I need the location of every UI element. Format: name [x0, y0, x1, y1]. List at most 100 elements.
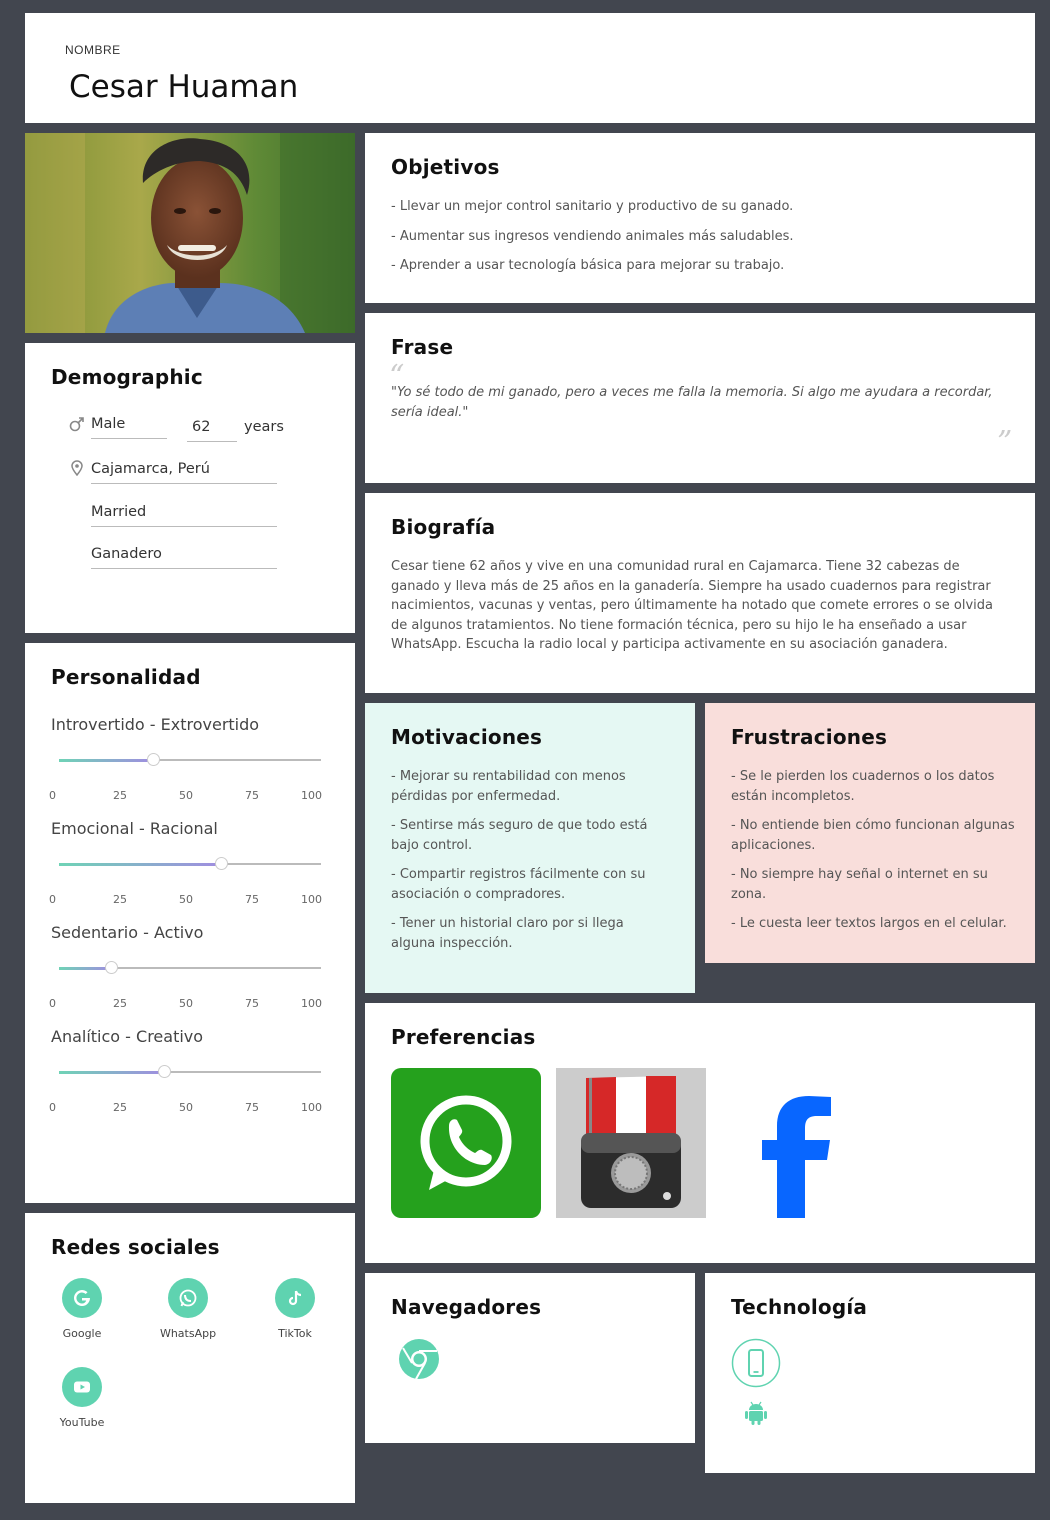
trait-label: Analítico - Creativo	[51, 1027, 204, 1046]
tick-label: 25	[113, 1101, 127, 1114]
tiktok-icon	[275, 1278, 315, 1318]
tick-label: 75	[245, 893, 259, 906]
objective-item: - Aumentar sus ingresos vendiendo animal…	[391, 228, 794, 244]
gender-field[interactable]: Male	[91, 416, 167, 439]
slider-track[interactable]	[59, 857, 321, 870]
tick-label: 50	[179, 1101, 193, 1114]
objective-item: - Llevar un mejor control sanitario y pr…	[391, 199, 794, 214]
social-label-tiktok: TikTok	[278, 1327, 312, 1340]
smartphone-icon[interactable]	[731, 1338, 781, 1393]
slider-track[interactable]	[59, 1065, 321, 1078]
location-field[interactable]: Cajamarca, Perú	[91, 461, 277, 484]
slider-ticks: 0 25 50 75 100	[49, 893, 341, 907]
slider-fill	[59, 966, 112, 970]
frustration-item: - No siempre hay señal o internet en su …	[731, 867, 988, 902]
tick-label: 0	[49, 1101, 56, 1114]
personality-title: Personalidad	[51, 665, 201, 689]
google-icon	[62, 1278, 102, 1318]
trait-label: Emocional - Racional	[51, 819, 218, 838]
slider-fill	[59, 758, 154, 762]
biography-text: Cesar tiene 62 años y vive en una comuni…	[391, 559, 994, 652]
objectives-title: Objetivos	[391, 155, 500, 179]
browsers-title: Navegadores	[391, 1295, 542, 1319]
location-pin-icon	[71, 460, 83, 481]
trait-slider[interactable]: Emocional - Racional 0 25 50 75 100	[49, 819, 341, 906]
slider-track[interactable]	[59, 753, 321, 766]
facebook-app-icon[interactable]	[745, 1088, 835, 1218]
social-label-google: Google	[62, 1327, 102, 1340]
slider-fill	[59, 862, 222, 866]
social-google[interactable]: Google	[42, 1278, 122, 1340]
persona-photo	[25, 133, 355, 333]
frustration-item: - No entiende bien cómo funcionan alguna…	[731, 818, 1015, 853]
age-unit: years	[244, 419, 284, 435]
technology-title: Technología	[731, 1295, 868, 1319]
technology-card: Technología	[705, 1273, 1035, 1473]
android-icon[interactable]	[743, 1399, 769, 1430]
quote-card: Frase “ "Yo sé todo de mi ganado, pero a…	[365, 313, 1035, 483]
demographic-card: Demographic Male 62 years Cajamarca, Per…	[25, 343, 355, 633]
frustration-item: - Le cuesta leer textos largos en el cel…	[731, 916, 1007, 931]
trait-slider[interactable]: Analítico - Creativo 0 25 50 75 100	[49, 1027, 341, 1114]
slider-track[interactable]	[59, 961, 321, 974]
personality-card: Personalidad Introvertido - Extrovertido…	[25, 643, 355, 1203]
tick-label: 100	[301, 893, 322, 906]
biography-title: Biografía	[391, 515, 496, 539]
social-label-youtube: YouTube	[59, 1416, 105, 1429]
social-label-whatsapp: WhatsApp	[159, 1327, 217, 1340]
tick-label: 0	[49, 893, 56, 906]
whatsapp-app-icon[interactable]	[391, 1068, 541, 1218]
tick-label: 25	[113, 789, 127, 802]
slider-handle[interactable]	[157, 1065, 171, 1078]
tick-label: 100	[301, 789, 322, 802]
frustrations-card: Frustraciones - Se le pierden los cuader…	[705, 703, 1035, 963]
tick-label: 50	[179, 893, 193, 906]
preferences-title: Preferencias	[391, 1025, 536, 1049]
slider-handle[interactable]	[105, 961, 119, 974]
slider-handle[interactable]	[215, 857, 229, 870]
chrome-icon[interactable]	[398, 1338, 440, 1385]
persona-name: Cesar Huaman	[69, 69, 299, 105]
trait-label: Introvertido - Extrovertido	[51, 715, 260, 734]
motivation-item: - Mejorar su rentabilidad con menos pérd…	[391, 769, 626, 804]
tick-label: 25	[113, 893, 127, 906]
social-title: Redes sociales	[51, 1235, 220, 1259]
quote-title: Frase	[391, 335, 454, 359]
motivation-item: - Compartir registros fácilmente con su …	[391, 867, 646, 902]
tick-label: 75	[245, 997, 259, 1010]
name-label: NOMBRE	[65, 43, 121, 57]
trait-slider[interactable]: Sedentario - Activo 0 25 50 75 100	[49, 923, 341, 1010]
age-field[interactable]: 62	[187, 419, 237, 442]
close-quote-icon: ”	[997, 425, 1013, 460]
slider-ticks: 0 25 50 75 100	[49, 789, 341, 803]
frustrations-title: Frustraciones	[731, 725, 888, 749]
preferences-card: Preferencias	[365, 1003, 1035, 1263]
tick-label: 75	[245, 1101, 259, 1114]
motivation-item: - Sentirse más seguro de que todo está b…	[391, 818, 648, 853]
motivations-card: Motivaciones - Mejorar su rentabilidad c…	[365, 703, 695, 993]
social-whatsapp[interactable]: WhatsApp	[148, 1278, 228, 1340]
trait-slider[interactable]: Introvertido - Extrovertido 0 25 50 75 100	[49, 715, 341, 802]
slider-fill	[59, 1070, 164, 1074]
trait-label: Sedentario - Activo	[51, 923, 204, 942]
motivation-item: - Tener un historial claro por si llega …	[391, 916, 624, 951]
objective-item: - Aprender a usar tecnología básica para…	[391, 258, 785, 273]
tick-label: 25	[113, 997, 127, 1010]
social-tiktok[interactable]: TikTok	[255, 1278, 335, 1340]
slider-ticks: 0 25 50 75 100	[49, 997, 341, 1011]
male-icon	[69, 416, 85, 437]
radio-app-icon[interactable]	[556, 1068, 706, 1218]
tick-label: 0	[49, 789, 56, 802]
tick-label: 100	[301, 1101, 322, 1114]
social-youtube[interactable]: YouTube	[42, 1367, 122, 1429]
tick-label: 50	[179, 997, 193, 1010]
motivations-title: Motivaciones	[391, 725, 543, 749]
youtube-icon	[62, 1367, 102, 1407]
tick-label: 50	[179, 789, 193, 802]
tick-label: 0	[49, 997, 56, 1010]
slider-ticks: 0 25 50 75 100	[49, 1101, 341, 1115]
occupation-field[interactable]: Ganadero	[91, 546, 277, 569]
slider-handle[interactable]	[147, 753, 161, 766]
social-networks-card: Redes sociales Google WhatsApp TikTok Yo…	[25, 1213, 355, 1503]
marital-status-field[interactable]: Married	[91, 504, 277, 527]
